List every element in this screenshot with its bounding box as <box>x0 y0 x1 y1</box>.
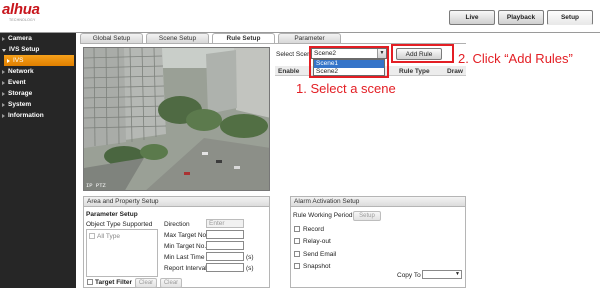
target-filter-checkbox[interactable] <box>87 279 93 285</box>
tab-global-setup[interactable]: Global Setup <box>80 33 143 43</box>
sidebar-item-label: Information <box>8 112 44 119</box>
annotation-highlight-add <box>391 44 454 63</box>
sidebar-item-ivs-setup[interactable]: IVS Setup <box>0 44 76 55</box>
chevron-down-icon: ▼ <box>455 271 460 277</box>
annotation-highlight-select <box>309 46 389 78</box>
alarm-activation-panel: Alarm Activation Setup Rule Working Peri… <box>290 196 466 288</box>
sidebar-item-ivs[interactable]: IVS <box>4 55 74 66</box>
sidebar-item-camera[interactable]: Camera <box>0 33 76 44</box>
sidebar-item-label: IVS <box>13 57 24 64</box>
relay-out-checkbox[interactable] <box>294 238 300 244</box>
enable-column-header: Enable <box>278 68 300 75</box>
tab-parameter[interactable]: Parameter <box>278 33 341 43</box>
sidebar-item-label: Camera <box>8 35 32 42</box>
sidebar-item-information[interactable]: Information <box>0 110 76 121</box>
tab-playback[interactable]: Playback <box>498 10 544 25</box>
all-type-checkbox[interactable] <box>89 233 95 239</box>
record-label: Record <box>303 226 324 233</box>
max-target-label: Max Target No. <box>164 232 208 239</box>
sidebar-item-label: Storage <box>8 90 33 97</box>
min-last-time-label: Min Last Time <box>164 254 205 261</box>
direction-select[interactable]: Enter <box>206 219 244 228</box>
draw-column-header: Draw <box>447 68 463 75</box>
expand-arrow-icon <box>2 36 5 41</box>
record-checkbox[interactable] <box>294 226 300 232</box>
tab-rule-setup[interactable]: Rule Setup <box>212 33 275 43</box>
expand-arrow-icon <box>2 113 5 118</box>
send-email-label: Send Email <box>303 251 337 258</box>
area-property-panel: Area and Property Setup Parameter Setup … <box>83 196 270 288</box>
collapse-arrow-icon <box>2 48 6 52</box>
object-type-label: Object Type Supported <box>86 221 153 228</box>
sidebar-item-network[interactable]: Network <box>0 66 76 77</box>
tab-setup[interactable]: Setup <box>547 10 593 25</box>
object-type-list: All Type <box>86 229 158 277</box>
sidebar-item-label: IVS Setup <box>9 46 40 53</box>
camera-scene-image <box>84 48 269 190</box>
sidebar-item-label: System <box>8 101 32 108</box>
min-last-time-unit: (s) <box>246 254 254 261</box>
copy-to-select[interactable]: ▼ <box>422 270 462 279</box>
top-bar: alhua TECHNOLOGY Live Playback Setup <box>0 0 600 33</box>
sidebar-item-label: Event <box>8 79 26 86</box>
max-target-input[interactable] <box>206 230 244 239</box>
snapshot-label: Snapshot <box>303 263 331 270</box>
tab-scene-setup[interactable]: Scene Setup <box>146 33 209 43</box>
clear-button-2[interactable]: Clear <box>160 278 182 288</box>
min-last-time-input[interactable] <box>206 252 244 261</box>
annotation-step-1: 1. Select a scene <box>296 81 396 96</box>
area-property-title: Area and Property Setup <box>84 197 269 207</box>
working-period-setup-button[interactable]: Setup <box>353 211 381 221</box>
sidebar-item-event[interactable]: Event <box>0 77 76 88</box>
arrow-right-icon <box>7 58 10 63</box>
copy-to-label: Copy To <box>397 272 421 279</box>
rule-working-period-label: Rule Working Period <box>293 212 353 219</box>
tab-live[interactable]: Live <box>449 10 495 25</box>
brand-logo: alhua <box>2 1 40 18</box>
alarm-activation-title: Alarm Activation Setup <box>291 197 465 207</box>
expand-arrow-icon <box>2 80 5 85</box>
report-interval-label: Report Interval <box>164 265 207 272</box>
min-target-input[interactable] <box>206 241 244 250</box>
top-nav: Live Playback Setup <box>449 10 593 25</box>
expand-arrow-icon <box>2 91 5 96</box>
report-interval-input[interactable] <box>206 263 244 272</box>
expand-arrow-icon <box>2 102 5 107</box>
annotation-step-2: 2. Click “Add Rules” <box>458 51 573 66</box>
main-tabs: Global Setup Scene Setup Rule Setup Para… <box>80 33 341 43</box>
rule-type-column-header: Rule Type <box>399 68 430 75</box>
parameter-setup-heading: Parameter Setup <box>86 211 138 218</box>
brand-subtitle: TECHNOLOGY <box>9 18 36 22</box>
target-filter-label: Target Filter <box>95 279 133 286</box>
expand-arrow-icon <box>2 69 5 74</box>
sidebar-item-system[interactable]: System <box>0 99 76 110</box>
sidebar-item-label: Network <box>8 68 34 75</box>
report-interval-unit: (s) <box>246 265 254 272</box>
clear-button-1[interactable]: Clear <box>135 278 157 288</box>
osd-label: IP PTZ <box>86 182 106 189</box>
sidebar: Camera IVS Setup IVS Network Event Stora… <box>0 33 76 288</box>
send-email-checkbox[interactable] <box>294 251 300 257</box>
all-type-label: All Type <box>97 233 121 240</box>
video-preview[interactable]: IP PTZ <box>83 47 270 191</box>
direction-label: Direction <box>164 221 190 228</box>
sidebar-item-storage[interactable]: Storage <box>0 88 76 99</box>
min-target-label: Min Target No. <box>164 243 207 250</box>
snapshot-checkbox[interactable] <box>294 263 300 269</box>
relay-out-label: Relay-out <box>303 238 331 245</box>
